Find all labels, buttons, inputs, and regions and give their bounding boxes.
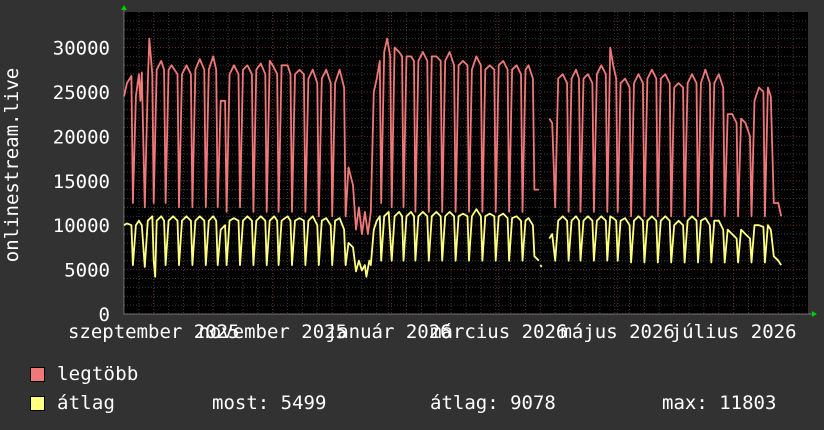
x-tick-label: március 2026 (430, 321, 567, 343)
legend-swatch-avg (30, 395, 45, 411)
x-axis-arrow (812, 311, 817, 317)
legend-swatch-max (30, 366, 45, 382)
stat-now: most: 5499 (212, 392, 327, 414)
y-tick-label: 25000 (53, 82, 110, 104)
legend-item-avg: átlag (30, 392, 115, 414)
legend-label-max: legtöbb (57, 363, 139, 385)
legend-item-max: legtöbb (30, 363, 138, 385)
y-tick-label: 5000 (64, 260, 110, 282)
y-tick-label: 10000 (53, 215, 110, 237)
y-tick-label: 15000 (53, 171, 110, 193)
x-tick-label: november 2025 (198, 321, 347, 343)
stat-average: átlag: 9078 (430, 392, 556, 414)
legend-label-avg: átlag (57, 392, 116, 414)
chart-canvas: 050001000015000200002500030000szeptember… (1, 5, 817, 343)
y-axis-title: onlinestream.live (1, 68, 23, 262)
x-tick-label: július 2026 (671, 321, 797, 343)
y-tick-label: 20000 (53, 126, 110, 148)
stat-max: max: 11803 (662, 392, 777, 414)
y-axis-arrow (121, 5, 127, 10)
x-tick-label: május 2026 (560, 321, 674, 343)
y-tick-label: 30000 (53, 38, 110, 60)
series-line-atlag (539, 264, 543, 268)
